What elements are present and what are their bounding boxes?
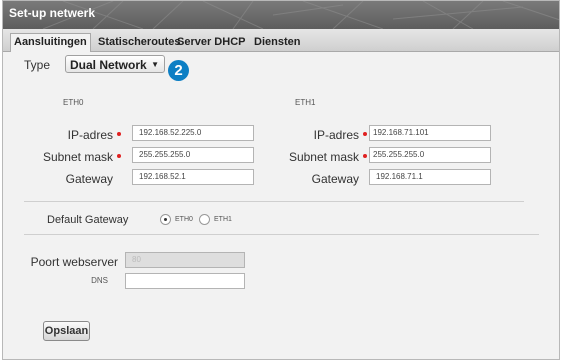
webserver-port-label: Poort webserver [30, 255, 118, 269]
eth1-mask-input[interactable]: 255.255.255.0 [369, 147, 491, 163]
eth1-gateway-label: Gateway [311, 172, 359, 186]
radio-eth0-label: ETH0 [175, 216, 193, 223]
eth1-heading: ETH1 [295, 98, 316, 107]
webserver-port-input: 80 [125, 252, 245, 268]
required-indicator [363, 132, 367, 136]
eth1-mask-label: Subnet mask [288, 150, 359, 164]
eth0-heading: ETH0 [63, 98, 84, 107]
type-select-value: Dual Network [70, 58, 147, 72]
required-indicator [363, 154, 367, 158]
dns-label: DNS [91, 276, 108, 285]
step-badge: 2 [168, 60, 189, 81]
eth0-ip-label: IP-adres [67, 128, 113, 142]
eth0-gateway-input[interactable]: 192.168.52.1 [132, 169, 254, 185]
eth1-ip-label: IP-adres [313, 128, 359, 142]
radio-eth1[interactable] [199, 214, 210, 225]
dns-input[interactable] [125, 273, 245, 289]
settings-window: Set-up netwerk Aansluitingen Statischero… [2, 0, 560, 360]
type-select[interactable]: Dual Network ▼ [65, 55, 165, 73]
section-divider [24, 201, 524, 202]
eth1-gateway-input[interactable]: 192.168.71.1 [369, 169, 491, 185]
type-label: Type [24, 58, 51, 72]
eth0-gateway-label: Gateway [65, 172, 113, 186]
radio-eth1-label: ETH1 [214, 216, 232, 223]
tab-aansluitingen[interactable]: Aansluitingen [10, 33, 91, 52]
radio-eth0[interactable] [160, 214, 171, 225]
tab-diensten[interactable]: Diensten [254, 34, 300, 51]
title-bar: Set-up netwerk [3, 1, 559, 29]
default-gateway-label: Default Gateway [47, 214, 129, 226]
required-indicator [117, 132, 121, 136]
tab-server-dhcp[interactable]: Server DHCP [177, 34, 245, 51]
chevron-down-icon: ▼ [151, 60, 159, 69]
eth1-ip-input[interactable]: 192.168.71.101 [369, 125, 491, 141]
radio-selected-dot [164, 218, 167, 221]
required-indicator [117, 154, 121, 158]
tab-statischeroutes[interactable]: Statischeroutes [98, 34, 181, 51]
eth0-mask-label: Subnet mask [42, 150, 113, 164]
section-divider [24, 234, 539, 235]
eth0-mask-input[interactable]: 255.255.255.0 [132, 147, 254, 163]
window-title: Set-up netwerk [9, 6, 96, 20]
tab-bar: Aansluitingen Statischeroutes Server DHC… [3, 29, 559, 52]
save-button[interactable]: Opslaan [43, 321, 90, 341]
eth0-ip-input[interactable]: 192.168.52.225.0 [132, 125, 254, 141]
